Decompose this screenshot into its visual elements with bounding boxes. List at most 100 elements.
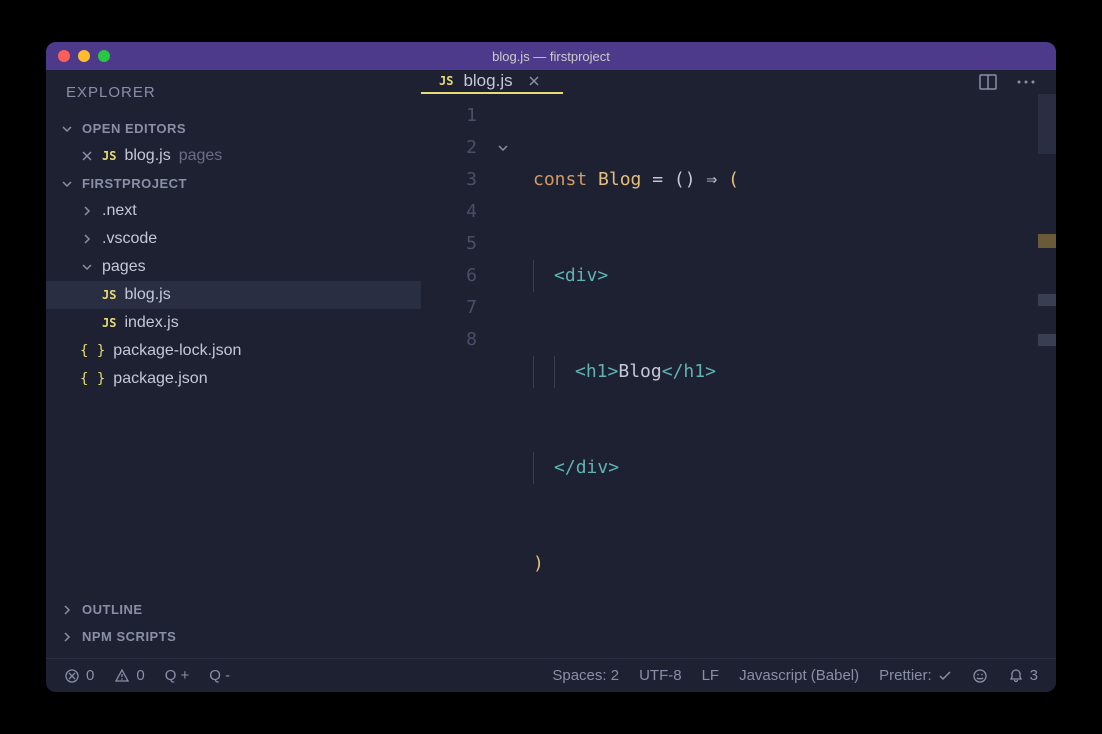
line-gutter: 1 2 3 4 5 6 7 8 <box>421 94 497 658</box>
file-blog-js[interactable]: JS blog.js <box>46 281 421 309</box>
folder-next[interactable]: .next <box>46 197 421 225</box>
bell-icon <box>1008 668 1024 684</box>
tab-filename: blog.js <box>463 71 512 91</box>
file-label: index.js <box>124 314 178 332</box>
folder-pages[interactable]: pages <box>46 253 421 281</box>
chevron-right-icon <box>60 603 74 617</box>
explorer-header: EXPLORER <box>46 70 421 115</box>
open-editor-folder: pages <box>179 147 223 165</box>
status-language[interactable]: Javascript (Babel) <box>739 667 859 684</box>
chevron-right-icon <box>60 630 74 644</box>
open-editors-section[interactable]: OPEN EDITORS <box>46 115 421 142</box>
fold-column <box>497 94 521 658</box>
code-line <box>533 644 1034 658</box>
error-count: 0 <box>86 667 94 684</box>
file-label: package.json <box>113 370 207 388</box>
code-editor[interactable]: 1 2 3 4 5 6 7 8 const Blog <box>421 94 1056 658</box>
js-icon: JS <box>102 288 116 302</box>
open-editors-list: JS blog.js pages <box>46 142 421 170</box>
chevron-down-icon <box>80 260 94 274</box>
code-line: <h1>Blog</h1> <box>533 356 1034 388</box>
split-editor-icon[interactable] <box>978 72 998 92</box>
open-editors-label: OPEN EDITORS <box>82 121 186 136</box>
notification-count: 3 <box>1030 667 1038 684</box>
tab-bar: JS blog.js <box>421 70 1056 94</box>
maximize-window-button[interactable] <box>98 50 110 62</box>
code-line: <div> <box>533 260 1034 292</box>
line-number: 6 <box>421 260 477 292</box>
code-content[interactable]: const Blog = () ⇒ ( <div> <h1>Blog</h1> … <box>521 94 1034 658</box>
window-title: blog.js — firstproject <box>492 49 610 64</box>
line-number: 5 <box>421 228 477 260</box>
outline-section[interactable]: OUTLINE <box>46 596 421 623</box>
project-label: FIRSTPROJECT <box>82 176 187 191</box>
warning-count: 0 <box>136 667 144 684</box>
code-line: ) <box>533 548 1034 580</box>
js-icon: JS <box>439 74 453 88</box>
traffic-lights <box>58 50 110 62</box>
tab-blog-js[interactable]: JS blog.js <box>421 70 563 94</box>
file-label: blog.js <box>124 286 170 304</box>
line-number: 8 <box>421 324 477 356</box>
folder-vscode[interactable]: .vscode <box>46 225 421 253</box>
line-number: 3 <box>421 164 477 196</box>
file-index-js[interactable]: JS index.js <box>46 309 421 337</box>
file-label: package-lock.json <box>113 342 241 360</box>
chevron-down-icon <box>60 177 74 191</box>
status-eol[interactable]: LF <box>702 667 720 684</box>
smiley-icon <box>972 668 988 684</box>
npm-scripts-section[interactable]: NPM SCRIPTS <box>46 623 421 650</box>
status-prettier[interactable]: Prettier: <box>879 667 952 684</box>
status-errors[interactable]: 0 <box>64 667 94 684</box>
status-feedback[interactable] <box>972 668 988 684</box>
line-number: 2 <box>421 132 477 164</box>
file-package-lock[interactable]: { } package-lock.json <box>46 337 421 365</box>
sidebar: EXPLORER OPEN EDITORS JS blog.js pages <box>46 70 421 658</box>
status-bar: 0 0 Q + Q - Spaces: 2 UTF-8 LF Javascrip… <box>46 658 1056 692</box>
main-area: EXPLORER OPEN EDITORS JS blog.js pages <box>46 70 1056 658</box>
file-tree: .next .vscode <box>46 197 421 393</box>
tab-actions <box>958 70 1056 94</box>
js-icon: JS <box>102 316 116 330</box>
close-window-button[interactable] <box>58 50 70 62</box>
line-number: 7 <box>421 292 477 324</box>
minimap[interactable] <box>1034 94 1056 658</box>
file-package[interactable]: { } package.json <box>46 365 421 393</box>
json-icon: { } <box>80 343 105 359</box>
sidebar-bottom: OUTLINE NPM SCRIPTS <box>46 596 421 658</box>
js-icon: JS <box>102 149 116 163</box>
folder-label: .vscode <box>102 230 157 248</box>
status-q-plus[interactable]: Q + <box>165 667 190 684</box>
more-actions-icon[interactable] <box>1016 79 1036 85</box>
warning-icon <box>114 668 130 684</box>
status-encoding[interactable]: UTF-8 <box>639 667 682 684</box>
code-line: </div> <box>533 452 1034 484</box>
folder-label: pages <box>102 258 146 276</box>
close-icon[interactable] <box>80 149 94 163</box>
status-indentation[interactable]: Spaces: 2 <box>552 667 619 684</box>
titlebar[interactable]: blog.js — firstproject <box>46 42 1056 70</box>
status-q-minus[interactable]: Q - <box>209 667 230 684</box>
check-icon <box>938 669 952 683</box>
editor-area: JS blog.js 1 2 <box>421 70 1056 658</box>
error-icon <box>64 668 80 684</box>
open-editor-item[interactable]: JS blog.js pages <box>46 142 421 170</box>
chevron-down-icon <box>60 122 74 136</box>
line-number: 4 <box>421 196 477 228</box>
fold-icon[interactable] <box>497 132 521 164</box>
folder-label: .next <box>102 202 137 220</box>
code-line: const Blog = () ⇒ ( <box>533 164 1034 196</box>
json-icon: { } <box>80 371 105 387</box>
chevron-right-icon <box>80 232 94 246</box>
minimize-window-button[interactable] <box>78 50 90 62</box>
npm-scripts-label: NPM SCRIPTS <box>82 629 176 644</box>
close-tab-button[interactable] <box>523 70 545 92</box>
status-notifications[interactable]: 3 <box>1008 667 1038 684</box>
outline-label: OUTLINE <box>82 602 143 617</box>
project-section[interactable]: FIRSTPROJECT <box>46 170 421 197</box>
open-editor-filename: blog.js <box>124 147 170 165</box>
chevron-right-icon <box>80 204 94 218</box>
status-warnings[interactable]: 0 <box>114 667 144 684</box>
line-number: 1 <box>421 100 477 132</box>
vscode-window: blog.js — firstproject EXPLORER OPEN EDI… <box>46 42 1056 692</box>
